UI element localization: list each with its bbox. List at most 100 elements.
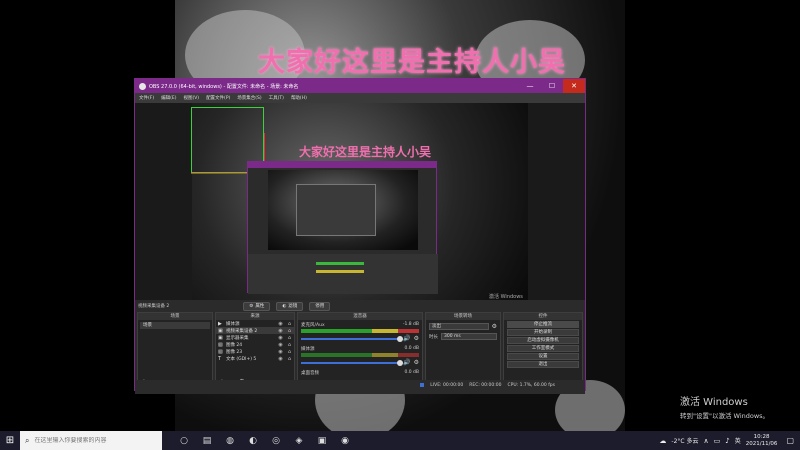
- source-toolbar: 视频采集设备 2 ⚙ 属性 ◐ 滤镜 停用: [135, 300, 585, 312]
- start-recording-button[interactable]: 开始录制: [507, 329, 579, 336]
- obs-window: OBS 27.0.0 (64-bit, windows) - 配置文件: 未命名…: [134, 78, 586, 394]
- transitions-dock: 场景转场 淡出 ⚙ 时长 300 ms: [425, 312, 501, 388]
- ime-indicator[interactable]: 英: [735, 436, 741, 445]
- menu-file[interactable]: 文件(F): [139, 95, 154, 101]
- weather[interactable]: -2°C 多云: [671, 436, 698, 445]
- taskbar-search[interactable]: ⌕: [20, 431, 162, 450]
- audio-mixer-dock: 混音器 麦克风/Aux -1.8 dB 🔊 ⚙ 媒体源 0.0 dB 🔊 ⚙ 桌…: [297, 312, 423, 388]
- browser-icon[interactable]: ◐: [247, 436, 259, 446]
- scene-item[interactable]: 场景: [140, 322, 210, 329]
- gear-icon[interactable]: ⚙: [414, 359, 419, 366]
- live-time: LIVE: 00:00:00: [430, 382, 464, 388]
- wallpaper-banner: 大家好这里是主持人小吴: [258, 47, 566, 78]
- duration-label: 时长: [429, 334, 438, 340]
- menu-scene-collection[interactable]: 场景集合(S): [237, 95, 261, 101]
- source-item[interactable]: ▣ 视频采集设备 2 ◉ ⌂: [216, 327, 294, 334]
- lock-icon[interactable]: ⌂: [285, 342, 294, 348]
- cpu-fps: CPU: 1.7%, 60.00 fps: [507, 382, 556, 388]
- file-explorer-icon[interactable]: ▤: [201, 436, 213, 446]
- volume-slider[interactable]: [301, 359, 404, 366]
- start-windows-icon[interactable]: ⊞: [0, 435, 20, 446]
- search-input[interactable]: [34, 437, 153, 444]
- lock-icon[interactable]: ⌂: [285, 356, 294, 362]
- menu-view[interactable]: 视图(V): [183, 95, 199, 101]
- gear-icon[interactable]: ⚙: [414, 335, 419, 342]
- settings-button[interactable]: 设置: [507, 353, 579, 360]
- speaker-icon[interactable]: 🔊: [403, 335, 410, 342]
- source-item[interactable]: ▶ 媒体源 ◉ ⌂: [216, 320, 294, 327]
- menu-tools[interactable]: 工具(T): [269, 95, 284, 101]
- obs-titlebar[interactable]: OBS 27.0.0 (64-bit, windows) - 配置文件: 未命名…: [135, 79, 585, 93]
- maximize-button[interactable]: ☐: [541, 79, 563, 93]
- channel-db: -1.8 dB: [402, 322, 419, 327]
- notification-icon[interactable]: ▢: [786, 436, 794, 445]
- filters-button[interactable]: ◐ 滤镜: [276, 301, 304, 311]
- cloud-icon[interactable]: ☁: [659, 437, 666, 445]
- volume-icon[interactable]: ♪: [725, 437, 729, 445]
- source-item[interactable]: ▧ 图像 24 ◉ ⌂: [216, 341, 294, 348]
- close-button[interactable]: ✕: [563, 79, 585, 93]
- mixer-channel: 麦克风/Aux -1.8 dB 🔊 ⚙: [301, 322, 419, 342]
- obs-status-bar: LIVE: 00:00:00 REC: 00:00:00 CPU: 1.7%, …: [135, 380, 585, 390]
- source-item[interactable]: ▧ 图像 23 ◉ ⌂: [216, 348, 294, 355]
- task-view-icon[interactable]: ○: [178, 436, 190, 446]
- visibility-eye-icon[interactable]: ◉: [276, 328, 285, 334]
- lock-icon[interactable]: ⌂: [285, 335, 294, 341]
- obs-menubar: 文件(F) 编辑(E) 视图(V) 配置文件(P) 场景集合(S) 工具(T) …: [135, 93, 585, 103]
- preview-banner: 大家好这里是主持人小吴: [299, 145, 432, 159]
- stop-streaming-button[interactable]: 停止推流: [507, 321, 579, 328]
- obs-app-icon: [139, 82, 146, 90]
- app-icon[interactable]: ◈: [293, 436, 305, 446]
- channel-db: 0.0 dB: [404, 346, 419, 351]
- controls-header: 控件: [504, 313, 582, 320]
- source-item[interactable]: ▣ 显示器采集 ◉ ⌂: [216, 334, 294, 341]
- volume-slider[interactable]: [301, 335, 404, 342]
- visibility-eye-icon[interactable]: ◉: [276, 335, 285, 341]
- minimize-button[interactable]: —: [519, 79, 541, 93]
- chevron-up-icon[interactable]: ∧: [704, 437, 709, 445]
- app-icon-3[interactable]: ◉: [339, 436, 351, 446]
- exit-button[interactable]: 退出: [507, 361, 579, 368]
- app-icon-2[interactable]: ▣: [316, 436, 328, 446]
- obs-window-title: OBS 27.0.0 (64-bit, windows) - 配置文件: 未命名…: [149, 83, 299, 90]
- scenes-header: 场景: [138, 313, 212, 320]
- visibility-eye-icon[interactable]: ◉: [276, 356, 285, 362]
- controls-dock: 控件 停止推流 开始录制 启动虚拟摄像机 工作室模式 设置 退出: [503, 312, 583, 388]
- visibility-eye-icon[interactable]: ◉: [276, 321, 285, 327]
- scenes-dock: 场景 场景 + − ∧ ∨: [137, 312, 213, 388]
- desktop: 大家好这里是主持人小吴 OBS 27.0.0 (64-bit, windows)…: [0, 0, 800, 450]
- visibility-eye-icon[interactable]: ◉: [276, 349, 285, 355]
- studio-mode-button[interactable]: 工作室模式: [507, 345, 579, 352]
- properties-button[interactable]: ⚙ 属性: [243, 301, 271, 311]
- filter-icon: ◐: [282, 303, 287, 309]
- gear-icon: ⚙: [249, 303, 254, 309]
- menu-edit[interactable]: 编辑(E): [161, 95, 176, 101]
- lock-icon[interactable]: ⌂: [285, 328, 294, 334]
- channel-name: 媒体源: [301, 347, 315, 352]
- channel-db: 0.0 dB: [404, 370, 419, 375]
- visibility-eye-icon[interactable]: ◉: [276, 342, 285, 348]
- live-indicator-icon: [420, 383, 425, 387]
- clock[interactable]: 10:28 2021/11/06: [746, 434, 778, 448]
- gear-icon[interactable]: ⚙: [492, 323, 497, 330]
- channel-name: 麦克风/Aux: [301, 323, 325, 328]
- nested-obs-capture: [247, 161, 438, 294]
- duration-input[interactable]: 300 ms: [441, 333, 497, 340]
- lock-icon[interactable]: ⌂: [285, 321, 294, 327]
- channel-name: 桌面音频: [301, 371, 319, 376]
- network-icon[interactable]: ▭: [714, 437, 721, 445]
- obs-taskbar-icon[interactable]: ◎: [270, 436, 282, 446]
- menu-profile[interactable]: 配置文件(P): [206, 95, 230, 101]
- source-item[interactable]: T 文本 (GDI+) 5 ◉ ⌂: [216, 355, 294, 362]
- lock-icon[interactable]: ⌂: [285, 349, 294, 355]
- menu-help[interactable]: 帮助(H): [291, 95, 307, 101]
- wechat-icon[interactable]: ◍: [224, 436, 236, 446]
- preview-activation-watermark: 激活 Windows: [489, 294, 523, 300]
- virtual-camera-button[interactable]: 启动虚拟摄像机: [507, 337, 579, 344]
- deactivate-button[interactable]: 停用: [309, 301, 331, 311]
- speaker-icon[interactable]: 🔊: [403, 359, 410, 366]
- rec-time: REC: 00:00:00: [469, 382, 502, 388]
- sources-dock: 来源 ▶ 媒体源 ◉ ⌂ ▣ 视频采集设备 2 ◉ ⌂ ▣ 显示器采集 ◉ ⌂ …: [215, 312, 295, 388]
- system-tray: ☁ -2°C 多云 ∧ ▭ ♪ 英 10:28 2021/11/06 ▢: [659, 434, 800, 448]
- transition-select[interactable]: 淡出: [429, 323, 489, 330]
